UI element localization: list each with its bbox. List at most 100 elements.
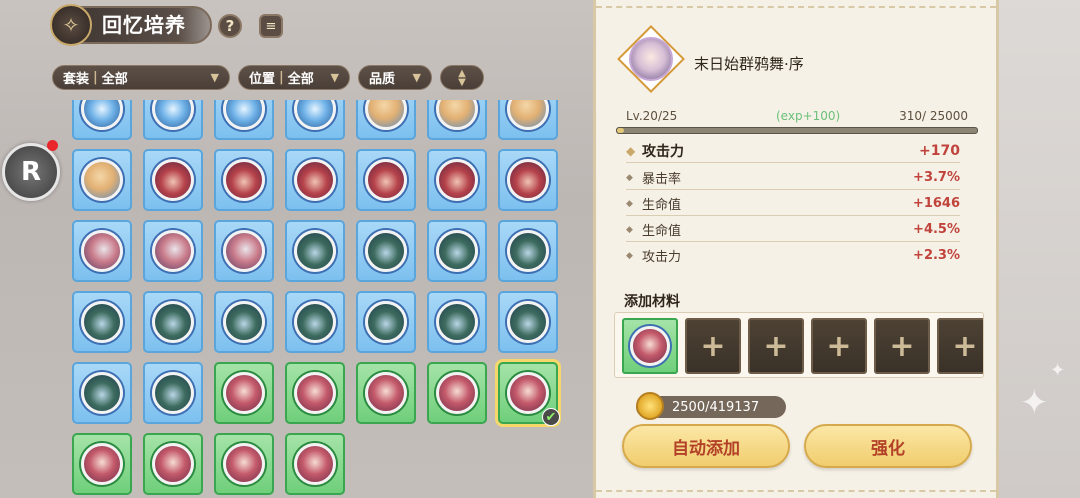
main-stat-row: ◆ 攻击力 +170: [626, 141, 960, 161]
stat-divider: [626, 241, 960, 242]
memory-card[interactable]: [285, 433, 345, 495]
memory-portrait: [507, 100, 549, 130]
memory-card[interactable]: [427, 100, 487, 140]
sub-stat-value: +4.5%: [913, 222, 960, 237]
memory-card[interactable]: [143, 291, 203, 353]
memory-emblem-icon[interactable]: ✧: [50, 4, 92, 46]
material-slot-empty[interactable]: +: [685, 318, 741, 374]
sub-stat-row: ◆ 攻击力 +2.3%: [626, 246, 960, 265]
memory-card[interactable]: [427, 220, 487, 282]
stat-divider: [626, 189, 960, 190]
exp-progress-fill: [617, 128, 625, 133]
memory-portrait: [365, 301, 407, 343]
memory-card[interactable]: [285, 362, 345, 424]
memory-card[interactable]: [143, 362, 203, 424]
memory-card[interactable]: [356, 149, 416, 211]
memory-card[interactable]: [285, 100, 345, 140]
sort-toggle-button[interactable]: ▲ ▼: [440, 65, 484, 90]
filter-quality[interactable]: 品质 ▼: [358, 65, 432, 90]
panel-border-bottom: [596, 490, 996, 498]
document-icon[interactable]: ≡: [259, 14, 283, 38]
bullet-icon: ◆: [626, 224, 633, 235]
memory-card[interactable]: [285, 149, 345, 211]
material-portrait: [630, 326, 670, 366]
memory-card[interactable]: [72, 291, 132, 353]
memory-portrait: [294, 301, 336, 343]
material-slot-empty[interactable]: +: [874, 318, 930, 374]
material-slot-empty[interactable]: +: [811, 318, 867, 374]
filter-set[interactable]: 套装 | 全部 ▼: [52, 65, 230, 90]
memory-card[interactable]: [72, 220, 132, 282]
material-slot-filled[interactable]: [622, 318, 678, 374]
memory-portrait: [152, 372, 194, 414]
memory-portrait: [81, 100, 123, 130]
memory-card[interactable]: [143, 100, 203, 140]
detail-panel: 末日始群鸦舞·序 Lv.20/25 (exp+100) 310/ 25000 ◆…: [593, 0, 999, 498]
memory-portrait: [436, 301, 478, 343]
coin-icon: [636, 392, 664, 420]
sub-stat-value: +1646: [912, 196, 960, 211]
memory-card[interactable]: [214, 100, 274, 140]
memory-portrait: [294, 443, 336, 485]
memory-card[interactable]: [427, 362, 487, 424]
material-slot-empty[interactable]: +: [937, 318, 983, 374]
memory-portrait: [223, 372, 265, 414]
memory-card[interactable]: [72, 433, 132, 495]
memory-portrait: [436, 230, 478, 272]
memory-card[interactable]: [285, 291, 345, 353]
memory-card[interactable]: [356, 362, 416, 424]
memory-card[interactable]: [356, 220, 416, 282]
memory-portrait: [81, 159, 123, 201]
memory-card[interactable]: [143, 149, 203, 211]
memory-card[interactable]: [214, 291, 274, 353]
memory-card[interactable]: [143, 220, 203, 282]
sub-stat-row: ◆ 生命值 +4.5%: [626, 220, 960, 239]
memory-card[interactable]: [285, 220, 345, 282]
filter-separator: |: [279, 70, 284, 85]
memory-card[interactable]: [214, 362, 274, 424]
memory-card[interactable]: ✔: [498, 362, 560, 426]
memory-card[interactable]: [356, 100, 416, 140]
memory-portrait: [81, 301, 123, 343]
memory-portrait: [365, 100, 407, 130]
memory-card[interactable]: [72, 100, 132, 140]
sub-stat-name: 攻击力: [642, 250, 682, 265]
memory-card[interactable]: [214, 220, 274, 282]
auto-add-button[interactable]: 自动添加: [622, 424, 790, 468]
memory-card[interactable]: [427, 291, 487, 353]
memory-card[interactable]: [498, 149, 558, 211]
memory-card[interactable]: [72, 149, 132, 211]
memory-card[interactable]: [143, 433, 203, 495]
memory-name: 末日始群鸦舞·序: [694, 55, 804, 73]
filter-set-label: 套装: [63, 72, 90, 87]
page-title: 回忆培养: [102, 13, 186, 37]
filter-quality-label: 品质: [369, 72, 396, 87]
memory-card[interactable]: [356, 291, 416, 353]
memory-card[interactable]: [498, 220, 558, 282]
memory-portrait: [629, 37, 673, 81]
memory-card[interactable]: [498, 291, 558, 353]
filter-separator: |: [93, 70, 98, 85]
notification-dot: [47, 140, 58, 151]
sub-stat-row: ◆ 生命值 +1646: [626, 194, 960, 213]
sub-stat-name: 生命值: [642, 224, 682, 239]
memory-card[interactable]: [498, 100, 558, 140]
stat-divider: [626, 162, 960, 163]
exp-progress-bar: [616, 127, 978, 134]
memory-portrait: [152, 443, 194, 485]
check-icon: ✔: [542, 408, 560, 426]
memory-portrait: [223, 159, 265, 201]
memory-card[interactable]: [72, 362, 132, 424]
sub-stat-name: 生命值: [642, 198, 682, 213]
enhance-button[interactable]: 强化: [804, 424, 972, 468]
filter-set-value: 全部: [101, 72, 128, 87]
filter-position[interactable]: 位置 | 全部 ▼: [238, 65, 350, 90]
memory-card[interactable]: [427, 149, 487, 211]
memory-card[interactable]: [214, 149, 274, 211]
material-slot-empty[interactable]: +: [748, 318, 804, 374]
help-button[interactable]: ?: [218, 14, 242, 38]
side-r-button[interactable]: R: [2, 143, 60, 201]
filter-position-label: 位置: [249, 72, 276, 87]
memory-card[interactable]: [214, 433, 274, 495]
memory-portrait: [436, 159, 478, 201]
